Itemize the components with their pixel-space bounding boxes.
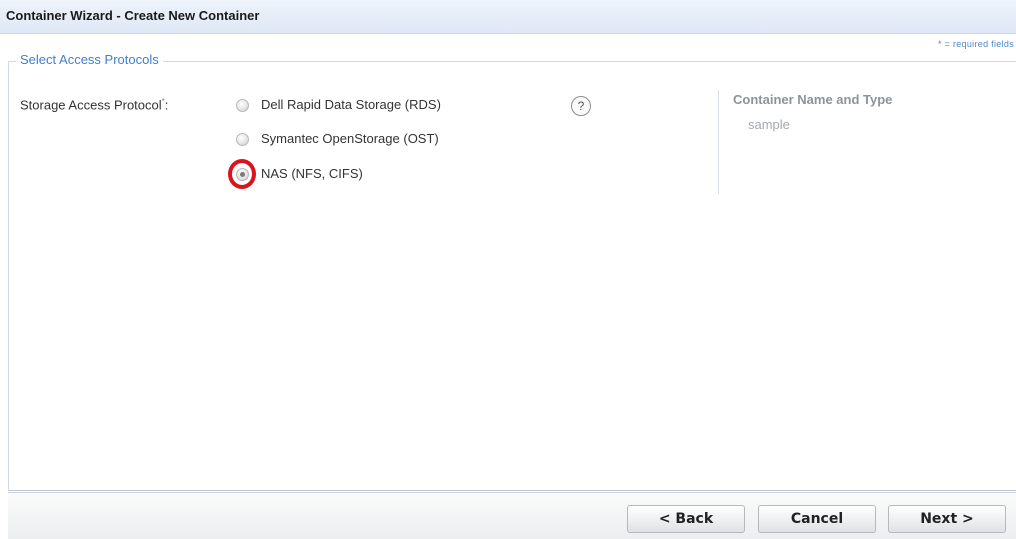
access-protocols-section bbox=[8, 61, 1016, 491]
cancel-button[interactable]: Cancel bbox=[758, 505, 876, 533]
wizard-title-bar: Container Wizard - Create New Container bbox=[0, 0, 1016, 34]
radio-button-rds[interactable] bbox=[236, 99, 249, 112]
back-button[interactable]: < Back bbox=[627, 505, 745, 533]
help-icon[interactable]: ? bbox=[571, 96, 591, 116]
field-label-text: Storage Access Protocol bbox=[20, 97, 162, 113]
required-fields-note: * = required fields bbox=[938, 39, 1014, 49]
radio-label-nas[interactable]: NAS (NFS, CIFS) bbox=[261, 166, 363, 181]
radio-label-rds[interactable]: Dell Rapid Data Storage (RDS) bbox=[261, 97, 441, 112]
next-button[interactable]: Next > bbox=[888, 505, 1006, 533]
storage-access-protocol-label: Storage Access Protocol*: bbox=[20, 97, 168, 112]
summary-divider bbox=[718, 90, 719, 194]
radio-button-ost[interactable] bbox=[236, 133, 249, 146]
field-label-colon: : bbox=[164, 97, 169, 113]
radio-label-ost[interactable]: Symantec OpenStorage (OST) bbox=[261, 131, 439, 146]
container-name-value: sample bbox=[748, 117, 790, 132]
section-legend: Select Access Protocols bbox=[16, 52, 163, 67]
wizard-title: Container Wizard - Create New Container bbox=[6, 8, 260, 23]
summary-title: Container Name and Type bbox=[733, 92, 893, 107]
highlight-circle-annotation bbox=[228, 159, 256, 189]
